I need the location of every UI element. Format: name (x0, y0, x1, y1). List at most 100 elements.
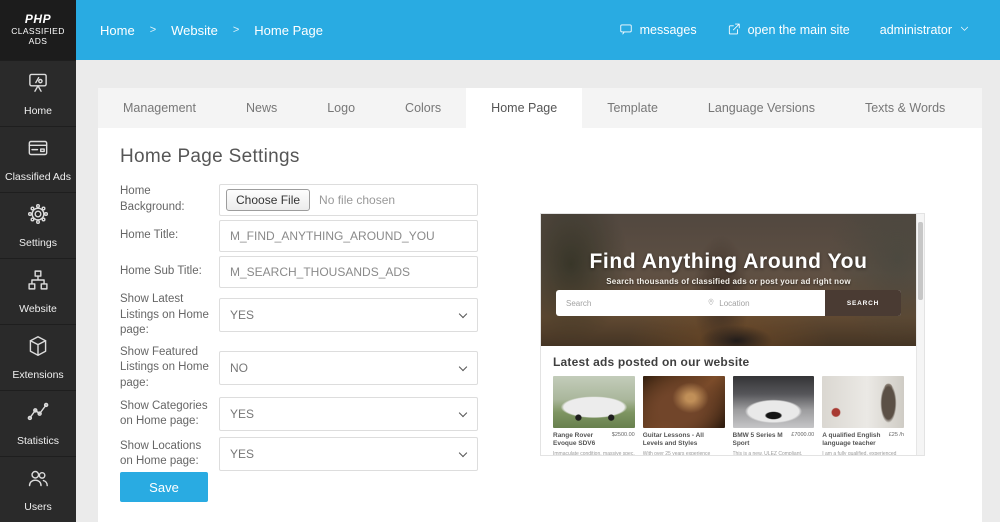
location-pin-icon (707, 298, 715, 308)
sidebar-item-extensions[interactable]: Extensions (0, 324, 76, 390)
sidebar-item-users[interactable]: Users (0, 456, 76, 522)
open-main-site-label: open the main site (747, 23, 850, 37)
ad-price: £25 /h (888, 432, 905, 438)
form-row-latest-listings: Show Latest Listings on Home page: YES (120, 292, 478, 339)
locations-select[interactable]: YES (219, 437, 478, 472)
user-menu[interactable]: administrator (880, 23, 970, 37)
tab-texts-words[interactable]: Texts & Words (840, 88, 970, 128)
preview-ad-cards: Range Rover Evoque SDV6 $2500.00 Immacul… (553, 376, 905, 455)
latest-listings-label: Show Latest Listings on Home page: (120, 293, 209, 337)
choose-file-button[interactable]: Choose File (226, 189, 311, 211)
sidebar-item-website[interactable]: Website (0, 258, 76, 324)
form-row-background: Home Background: Choose File No file cho… (120, 184, 478, 216)
settings-panel: Home Page Settings Home Background: Choo… (98, 128, 982, 522)
tab-logo[interactable]: Logo (302, 88, 380, 128)
categories-label: Show Categories on Home page: (120, 399, 208, 428)
preview-location-label: Location (719, 298, 750, 308)
sidebar-item-label: Users (24, 500, 52, 513)
form-row-home-subtitle: Home Sub Title: (120, 256, 478, 288)
preview-latest-heading: Latest ads posted on our website (553, 355, 750, 369)
topbar-actions: messages open the main site administrato… (619, 22, 970, 39)
chart-line-icon (25, 399, 51, 430)
ad-title: Guitar Lessons - All Levels and Styles (642, 432, 704, 448)
chevron-down-icon (959, 23, 970, 37)
preview-search-button: SEARCH (825, 290, 902, 316)
ad-description: With over 25 years experience teaching -… (642, 450, 711, 455)
users-icon (25, 465, 51, 496)
preview-hero-subtitle: Search thousands of classified ads or po… (606, 277, 851, 286)
save-button[interactable]: Save (120, 472, 208, 502)
home-page-preview: Find Anything Around You Search thousand… (540, 213, 925, 456)
settings-form: Home Background: Choose File No file cho… (120, 184, 478, 477)
form-row-home-title: Home Title: (120, 220, 478, 252)
home-subtitle-input[interactable] (219, 256, 478, 288)
form-row-categories: Show Categories on Home page: YES (120, 397, 478, 432)
sidebar-item-classified-ads[interactable]: Classified Ads (0, 126, 76, 192)
preview-search-input: Search (566, 298, 592, 308)
breadcrumb-separator: > (149, 24, 157, 36)
ad-card: BMW 5 Series M Sport £7000.00 This is a … (732, 376, 815, 455)
sidebar-item-settings[interactable]: Settings (0, 192, 76, 258)
form-row-locations: Show Locations on Home page: YES (120, 437, 478, 472)
tab-management[interactable]: Management (98, 88, 221, 128)
featured-listings-select[interactable]: NO (219, 350, 478, 385)
messages-label: messages (639, 23, 697, 37)
ad-price: £7000.00 (791, 432, 815, 438)
page-title: Home Page Settings (120, 146, 300, 167)
preview-scrollbar[interactable] (916, 214, 924, 455)
sidebar-item-label: Home (23, 104, 52, 117)
main-content: Management News Logo Colors Home Page Te… (98, 88, 982, 522)
tab-colors[interactable]: Colors (380, 88, 466, 128)
logo-line1: PHP (24, 12, 52, 27)
ad-description: Immaculate condition, massive spec, driv… (553, 450, 635, 455)
sidebar: PHP CLASSIFIED ADS Home Classified Ads S… (0, 0, 76, 522)
external-link-icon (727, 22, 741, 39)
tab-home-page[interactable]: Home Page (466, 88, 583, 128)
sidebar-item-label: Classified Ads (5, 170, 71, 183)
breadcrumb: Home > Website > Home Page (100, 23, 323, 38)
open-main-site-link[interactable]: open the main site (727, 22, 850, 39)
preview-content: Find Anything Around You Search thousand… (541, 214, 917, 455)
tab-language-versions[interactable]: Language Versions (683, 88, 840, 128)
breadcrumb-home[interactable]: Home (100, 23, 135, 38)
ad-title: A qualified English language teacher (822, 432, 881, 448)
sidebar-item-label: Settings (19, 236, 57, 249)
ad-description: This is a new, ULEZ Compliant, petrol ve… (732, 450, 803, 455)
ad-card: Guitar Lessons - All Levels and Styles W… (642, 376, 725, 455)
latest-listings-select[interactable]: YES (219, 298, 478, 333)
tab-template[interactable]: Template (582, 88, 683, 128)
ad-image-range-rover (553, 376, 635, 428)
breadcrumb-current-page: Home Page (254, 22, 323, 38)
home-background-file-input[interactable]: Choose File No file chosen (219, 184, 478, 216)
tab-news[interactable]: News (221, 88, 302, 128)
home-title-label: Home Title: (120, 229, 179, 242)
sitemap-icon (25, 267, 51, 298)
messages-link[interactable]: messages (619, 22, 697, 39)
featured-listings-label: Show Featured Listings on Home page: (120, 345, 209, 389)
ad-description: I am a fully qualified, experienced Engl… (822, 450, 897, 455)
no-file-chosen-text: No file chosen (319, 193, 396, 207)
message-icon (619, 22, 633, 39)
ad-title: Range Rover Evoque SDV6 (553, 432, 596, 448)
background-label: Home Background: (120, 185, 185, 213)
sidebar-item-label: Extensions (12, 368, 64, 381)
app-logo[interactable]: PHP CLASSIFIED ADS (0, 0, 76, 60)
ad-image-teacher (822, 376, 905, 428)
breadcrumb-website[interactable]: Website (171, 23, 218, 38)
sidebar-item-statistics[interactable]: Statistics (0, 390, 76, 456)
categories-select[interactable]: YES (219, 397, 478, 432)
tab-bar: Management News Logo Colors Home Page Te… (98, 88, 982, 128)
home-title-input[interactable] (219, 220, 478, 252)
sidebar-item-label: Statistics (16, 434, 59, 447)
sidebar-item-home[interactable]: Home (0, 60, 76, 126)
breadcrumb-separator: > (232, 24, 240, 36)
logo-line3: ADS (28, 35, 48, 46)
home-board-icon (25, 69, 51, 100)
ad-image-guitar (642, 376, 725, 428)
preview-scrollbar-thumb[interactable] (918, 222, 924, 300)
ad-price: $2500.00 (611, 432, 635, 438)
locations-label: Show Locations on Home page: (120, 439, 202, 468)
preview-search-bar: Search Location SEARCH (556, 290, 902, 316)
user-menu-label: administrator (879, 23, 952, 37)
sidebar-item-label: Website (19, 302, 57, 315)
